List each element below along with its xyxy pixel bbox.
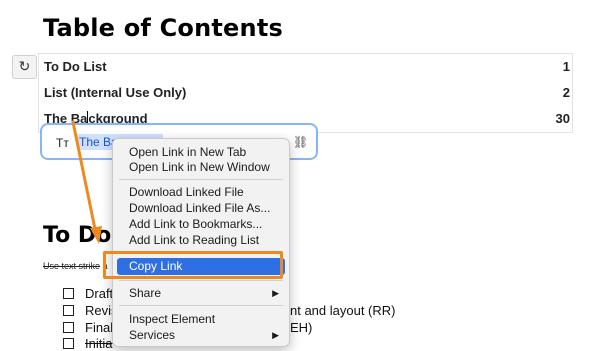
toc-entry-label[interactable]: List (Internal Use Only) xyxy=(44,85,186,100)
submenu-arrow-icon: ▶ xyxy=(272,330,279,340)
todo-item-text-continued: EH) xyxy=(290,320,313,335)
unlink-icon[interactable]: ⛓ xyxy=(293,135,308,149)
note-strike-text: Use text strike xyxy=(43,261,101,271)
toc-entry-page: 30 xyxy=(555,111,570,126)
submenu-arrow-icon: ▶ xyxy=(272,288,279,298)
menu-item-label: Download Linked File As... xyxy=(129,201,271,215)
menu-item-label: Inspect Element xyxy=(129,312,216,326)
refresh-button[interactable]: ↻ xyxy=(12,55,37,79)
section-title: To Do xyxy=(43,223,112,248)
menu-separator xyxy=(119,179,283,180)
menu-item-download-linked-file[interactable]: Download Linked File xyxy=(113,184,289,200)
checkbox[interactable] xyxy=(63,322,74,333)
toc-entry-label[interactable]: To Do List xyxy=(44,59,107,74)
menu-item-label: Open Link in New Tab xyxy=(129,145,247,159)
refresh-icon: ↻ xyxy=(18,59,31,75)
menu-item-share[interactable]: Share ▶ xyxy=(113,285,289,301)
toc-entry-page: 2 xyxy=(562,85,570,100)
menu-item-open-new-window[interactable]: Open Link in New Window xyxy=(113,159,289,175)
menu-item-add-to-reading-list[interactable]: Add Link to Reading List xyxy=(113,232,289,248)
todo-item[interactable]: Draft xyxy=(63,286,113,301)
toc-entry-page: 1 xyxy=(562,59,570,74)
todo-item-text: Initia xyxy=(85,336,113,351)
menu-item-label: Add Link to Reading List xyxy=(129,233,260,247)
menu-item-label: Download Linked File xyxy=(129,185,244,199)
checkbox[interactable] xyxy=(63,338,74,349)
toc-entry-1[interactable]: To Do List 1 xyxy=(44,59,570,79)
todo-item[interactable]: Final xyxy=(63,320,113,335)
menu-item-open-new-tab[interactable]: Open Link in New Tab xyxy=(113,144,289,160)
menu-item-label: Share xyxy=(129,286,162,300)
menu-item-add-to-bookmarks[interactable]: Add Link to Bookmarks... xyxy=(113,216,289,232)
todo-item[interactable]: Initia xyxy=(63,336,112,351)
toc-entry-2[interactable]: List (Internal Use Only) 2 xyxy=(44,85,570,105)
menu-item-label: Add Link to Bookmarks... xyxy=(129,217,263,231)
menu-item-services[interactable]: Services ▶ xyxy=(113,327,289,343)
text-format-icon[interactable]: Tт xyxy=(56,136,69,150)
checkbox[interactable] xyxy=(63,305,74,316)
toc-title: Table of Contents xyxy=(43,14,283,42)
menu-separator xyxy=(119,305,283,306)
todo-item[interactable]: Revis xyxy=(63,303,118,318)
note-text: Use text strike a xyxy=(43,261,108,271)
annotation-highlight-box xyxy=(103,251,283,279)
menu-item-label: Open Link in New Window xyxy=(129,160,270,174)
todo-item-text: Draft xyxy=(85,286,114,301)
menu-item-inspect-element[interactable]: Inspect Element xyxy=(113,311,289,327)
menu-item-label: Services xyxy=(129,328,176,342)
checkbox[interactable] xyxy=(63,288,74,299)
menu-item-download-linked-file-as[interactable]: Download Linked File As... xyxy=(113,200,289,216)
menu-separator xyxy=(119,280,283,281)
context-menu: Open Link in New Tab Open Link in New Wi… xyxy=(112,138,290,347)
todo-item-text: Final xyxy=(85,320,114,335)
todo-item-text-continued: nt and layout (RR) xyxy=(290,303,396,318)
